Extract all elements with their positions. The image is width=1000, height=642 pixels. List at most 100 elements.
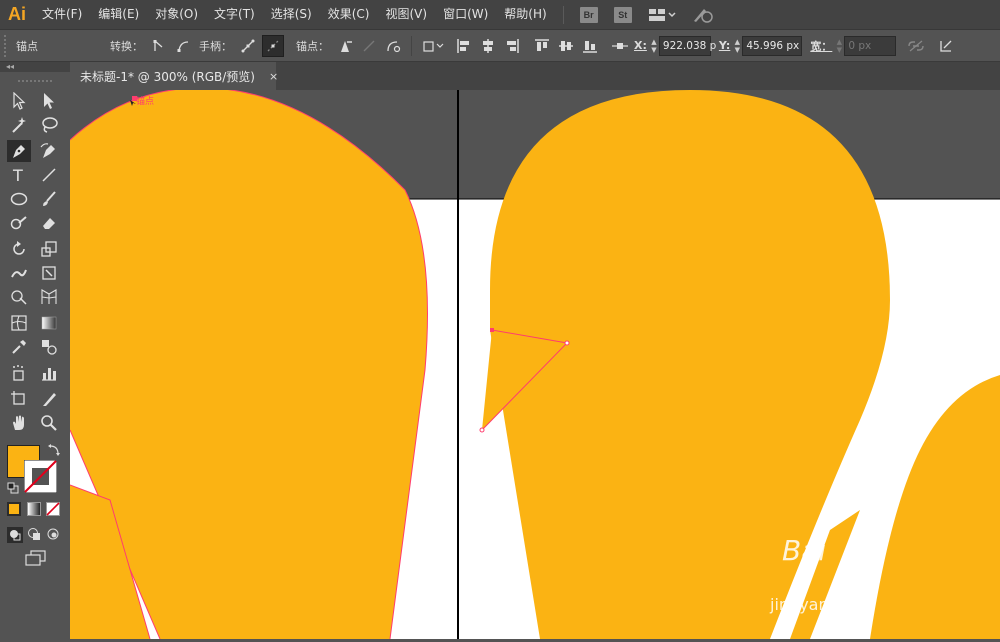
convert-to-corner-button[interactable] (149, 36, 169, 56)
ellipse-tool[interactable] (7, 188, 31, 210)
warp-tool[interactable] (7, 262, 31, 284)
draw-inside-icon[interactable] (46, 527, 60, 544)
menu-edit[interactable]: 编辑(E) (90, 0, 147, 29)
slice-tool[interactable] (37, 388, 61, 410)
width-label: 宽： (810, 39, 833, 53)
connect-anchors-button[interactable] (359, 36, 379, 56)
triangle-anchor-2[interactable] (564, 340, 570, 346)
column-graph-tool[interactable] (37, 362, 61, 384)
none-mode-button[interactable] (46, 502, 60, 519)
isolate-object-button[interactable] (420, 36, 450, 56)
cut-path-button[interactable] (383, 36, 403, 56)
menu-select[interactable]: 选择(S) (263, 0, 320, 29)
eraser-tool[interactable] (37, 212, 61, 234)
y-label: Y: (718, 39, 731, 52)
hide-handles-button[interactable] (262, 34, 284, 57)
anchor-hint-label: 锚点 (136, 95, 154, 107)
document-tab[interactable]: 未标题-1* @ 300% (RGB/预览) × (70, 62, 278, 90)
draw-normal-icon[interactable] (7, 527, 23, 543)
align-left-icon[interactable] (454, 36, 474, 56)
y-stepper[interactable]: ▲ ▼ (732, 37, 742, 55)
menu-bar: Ai 文件(F) 编辑(E) 对象(O) 文字(T) 选择(S) 效果(C) 视… (0, 0, 1000, 30)
align-horizontal-center-icon[interactable] (478, 36, 498, 56)
symbol-sprayer-tool[interactable] (7, 362, 31, 384)
width-input[interactable]: 0 px (844, 35, 897, 56)
stroke-color-swatch[interactable] (23, 459, 58, 494)
zoom-tool[interactable] (37, 412, 61, 434)
blend-tool[interactable] (37, 336, 61, 358)
stock-button[interactable]: St (613, 6, 632, 23)
curvature-tool[interactable] (37, 140, 61, 162)
remove-anchor-button[interactable] (335, 36, 355, 56)
perspective-grid-tool[interactable] (37, 286, 61, 308)
hand-tool[interactable] (7, 412, 31, 434)
svg-text:jingyan: jingyan (769, 595, 829, 614)
x-label: X: (634, 39, 647, 52)
triangle-anchor-3[interactable] (479, 427, 485, 433)
magic-wand-tool[interactable] (7, 114, 31, 136)
triangle-anchor-1[interactable] (490, 328, 494, 332)
align-vertical-center-icon[interactable] (556, 36, 576, 56)
menu-effect[interactable]: 效果(C) (320, 0, 378, 29)
free-transform-tool[interactable] (37, 262, 61, 284)
y-input[interactable]: 45.996 px (742, 35, 803, 56)
gradient-mode-button[interactable] (27, 502, 41, 516)
draw-behind-icon[interactable] (27, 527, 41, 544)
anchor-point-label: 锚点 (16, 39, 38, 53)
gpu-performance-icon[interactable] (692, 7, 714, 23)
eyedropper-tool[interactable] (7, 336, 31, 358)
canvas[interactable]: 锚点 Bai jingyan 经验 (69, 87, 1000, 640)
menu-help[interactable]: 帮助(H) (496, 0, 554, 29)
menu-file[interactable]: 文件(F) (34, 0, 90, 29)
pen-tool[interactable] (7, 140, 31, 162)
shape-builder-tool[interactable] (7, 286, 31, 308)
convert-to-smooth-button[interactable] (173, 36, 193, 56)
line-tool[interactable] (37, 164, 61, 186)
svg-text:Bai: Bai (782, 534, 826, 567)
default-fill-stroke-icon[interactable] (7, 482, 19, 497)
show-handles-button[interactable] (238, 36, 258, 56)
menu-type[interactable]: 文字(T) (206, 0, 263, 29)
svg-text:T: T (12, 166, 23, 184)
scale-tool[interactable] (37, 238, 61, 260)
lasso-tool[interactable] (37, 114, 61, 136)
bridge-button[interactable]: Br (579, 6, 598, 23)
control-bar-grip[interactable] (4, 34, 12, 57)
type-tool[interactable]: T (7, 164, 31, 186)
width-stepper[interactable]: ▲ ▼ (834, 37, 844, 55)
menu-window[interactable]: 窗口(W) (435, 0, 496, 29)
swap-fill-stroke-icon[interactable] (47, 443, 61, 460)
document-tab-bar: 未标题-1* @ 300% (RGB/预览) × (70, 62, 1000, 90)
handle-label: 手柄： (199, 39, 232, 53)
gradient-tool[interactable] (37, 312, 61, 334)
x-input[interactable]: 922.038 p (658, 35, 716, 56)
svg-text:经验: 经验 (838, 598, 866, 614)
mesh-tool[interactable] (7, 312, 31, 334)
x-stepper[interactable]: ▲ ▼ (649, 37, 659, 55)
rotate-tool[interactable] (7, 238, 31, 260)
menu-object[interactable]: 对象(O) (147, 0, 206, 29)
transform-icon[interactable] (936, 36, 956, 56)
constrain-link-icon[interactable] (906, 36, 926, 56)
tools-panel-grip[interactable] (18, 72, 52, 82)
tools-panel: T (5, 88, 65, 568)
screen-mode-icon[interactable] (25, 550, 47, 569)
collapse-panel-icon[interactable]: ◂◂ (0, 62, 70, 72)
artboard-tool[interactable] (7, 388, 31, 410)
align-right-icon[interactable] (502, 36, 522, 56)
app-logo[interactable]: Ai (0, 0, 34, 29)
workspace-switcher-icon[interactable] (648, 8, 676, 22)
artwork[interactable]: 锚点 Bai jingyan 经验 (69, 87, 1000, 640)
shaper-tool[interactable] (7, 212, 31, 234)
close-icon[interactable]: × (269, 70, 278, 83)
align-bottom-icon[interactable] (580, 36, 600, 56)
paintbrush-tool[interactable] (37, 188, 61, 210)
reference-point-icon[interactable] (610, 36, 630, 56)
direct-selection-tool[interactable] (37, 90, 61, 112)
color-mode-button[interactable] (7, 502, 21, 516)
anchors-label: 锚点： (296, 39, 329, 53)
align-top-icon[interactable] (532, 36, 552, 56)
selection-tool[interactable] (7, 90, 31, 112)
control-bar: 锚点 转换： 手柄： 锚点： X: ▲ ▼ 922.038 p Y: ▲ ▼ 45.… (0, 30, 1000, 62)
menu-view[interactable]: 视图(V) (377, 0, 435, 29)
